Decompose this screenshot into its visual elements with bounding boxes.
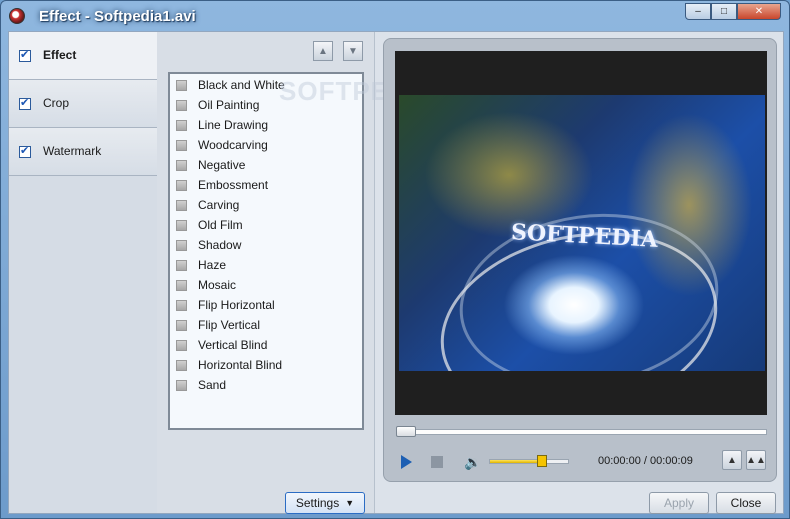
maximize-button[interactable]: □ xyxy=(711,3,737,20)
tab-crop-label: Crop xyxy=(43,96,70,110)
effect-checkbox-icon[interactable] xyxy=(176,300,187,311)
video-preview: SOFTPEDIA xyxy=(395,51,767,415)
apply-button[interactable]: Apply xyxy=(649,492,709,514)
effect-checkbox-icon[interactable] xyxy=(176,140,187,151)
window-controls: – □ ✕ xyxy=(685,3,781,20)
tab-watermark[interactable]: Watermark xyxy=(9,128,157,176)
list-item[interactable]: Horizontal Blind xyxy=(170,356,362,376)
effect-checkbox-icon[interactable] xyxy=(176,100,187,111)
effect-list[interactable]: Black and White Oil Painting Line Drawin… xyxy=(168,72,364,430)
minimize-button[interactable]: – xyxy=(685,3,711,20)
effect-checkbox-icon[interactable] xyxy=(176,380,187,391)
effect-label: Oil Painting xyxy=(198,98,260,112)
effect-label: Vertical Blind xyxy=(198,338,268,352)
effect-checkbox-icon[interactable] xyxy=(176,200,187,211)
tab-effect[interactable]: Effect xyxy=(9,32,157,80)
list-item[interactable]: Sand xyxy=(170,376,362,396)
effect-label: Flip Vertical xyxy=(198,318,261,332)
effect-label: Horizontal Blind xyxy=(198,358,283,372)
app-icon xyxy=(9,8,25,24)
close-button[interactable]: Close xyxy=(716,492,776,514)
tab-crop[interactable]: Crop xyxy=(9,80,157,128)
list-item[interactable]: Oil Painting xyxy=(170,96,362,116)
effect-label: Carving xyxy=(198,198,240,212)
crop-checkbox[interactable] xyxy=(19,96,31,110)
timecode: 00:00:00 / 00:00:09 xyxy=(598,455,693,467)
left-tab-panel: Effect Crop Watermark xyxy=(9,32,157,513)
list-item[interactable]: Embossment xyxy=(170,176,362,196)
effect-label: Negative xyxy=(198,158,246,172)
move-up-button[interactable]: ▲ xyxy=(313,41,333,61)
effect-label: Old Film xyxy=(198,218,243,232)
stop-icon[interactable] xyxy=(431,456,443,468)
effect-label: Shadow xyxy=(198,238,242,252)
effect-label: Mosaic xyxy=(198,278,237,292)
effect-label: Embossment xyxy=(198,178,269,192)
tab-effect-label: Effect xyxy=(43,48,77,62)
effect-checkbox-icon[interactable] xyxy=(176,80,187,91)
list-item[interactable]: Carving xyxy=(170,196,362,216)
effect-window: Effect - Softpedia1.avi – □ ✕ Effect Cro… xyxy=(0,0,790,519)
video-frame: SOFTPEDIA xyxy=(399,95,765,371)
effect-checkbox-icon[interactable] xyxy=(176,220,187,231)
seek-bar[interactable] xyxy=(397,429,767,435)
volume-fill xyxy=(490,460,544,463)
effect-checkbox[interactable] xyxy=(19,48,31,62)
list-item[interactable]: Line Drawing xyxy=(170,116,362,136)
effect-label: Haze xyxy=(198,258,227,272)
window-title: Effect - Softpedia1.avi xyxy=(39,8,196,25)
list-item[interactable]: Mosaic xyxy=(170,276,362,296)
seek-handle[interactable] xyxy=(396,426,416,437)
dropdown-arrow-icon: ▼ xyxy=(345,498,355,508)
list-item[interactable]: Woodcarving xyxy=(170,136,362,156)
list-item[interactable]: Black and White xyxy=(170,76,362,96)
effect-label: Woodcarving xyxy=(198,138,268,152)
effect-label: Flip Horizontal xyxy=(198,298,275,312)
list-item[interactable]: Shadow xyxy=(170,236,362,256)
effect-checkbox-icon[interactable] xyxy=(176,240,187,251)
effect-checkbox-icon[interactable] xyxy=(176,360,187,371)
effect-checkbox-icon[interactable] xyxy=(176,340,187,351)
effects-panel: ▲ ▼ Black and White Oil Painting Line Dr… xyxy=(157,32,436,514)
list-item[interactable]: Vertical Blind xyxy=(170,336,362,356)
tab-watermark-label: Watermark xyxy=(43,144,102,158)
effect-checkbox-icon[interactable] xyxy=(176,120,187,131)
effect-label: Black and White xyxy=(198,78,285,92)
effect-label: Line Drawing xyxy=(198,118,269,132)
list-item[interactable]: Haze xyxy=(170,256,362,276)
snapshot-icon[interactable]: ▲ xyxy=(722,450,742,470)
volume-icon[interactable]: 🔉 xyxy=(464,454,481,470)
effect-label: Sand xyxy=(198,378,227,392)
settings-label: Settings xyxy=(295,496,340,510)
list-item[interactable]: Negative xyxy=(170,156,362,176)
effect-checkbox-icon[interactable] xyxy=(176,260,187,271)
move-down-button[interactable]: ▼ xyxy=(343,41,363,61)
watermark-checkbox[interactable] xyxy=(19,144,31,158)
multi-snapshot-icon[interactable]: ▲▲ xyxy=(746,450,766,470)
settings-button[interactable]: Settings ▼ xyxy=(285,492,365,514)
client-area: Effect Crop Watermark ▲ ▼ Black and Whit… xyxy=(8,31,784,514)
list-item[interactable]: Flip Vertical xyxy=(170,316,362,336)
effect-checkbox-icon[interactable] xyxy=(176,280,187,291)
volume-slider[interactable] xyxy=(489,459,569,464)
close-window-button[interactable]: ✕ xyxy=(737,3,781,20)
play-icon[interactable] xyxy=(401,455,412,469)
preview-panel: SOFTPEDIA 🔉 00:00:00 / 00:00:09 ▲ ▲▲ xyxy=(383,38,777,482)
list-item[interactable]: Flip Horizontal xyxy=(170,296,362,316)
list-item[interactable]: Old Film xyxy=(170,216,362,236)
title-bar[interactable]: Effect - Softpedia1.avi – □ ✕ xyxy=(1,1,789,31)
volume-handle[interactable] xyxy=(537,455,547,467)
effect-checkbox-icon[interactable] xyxy=(176,180,187,191)
effect-checkbox-icon[interactable] xyxy=(176,320,187,331)
effect-checkbox-icon[interactable] xyxy=(176,160,187,171)
